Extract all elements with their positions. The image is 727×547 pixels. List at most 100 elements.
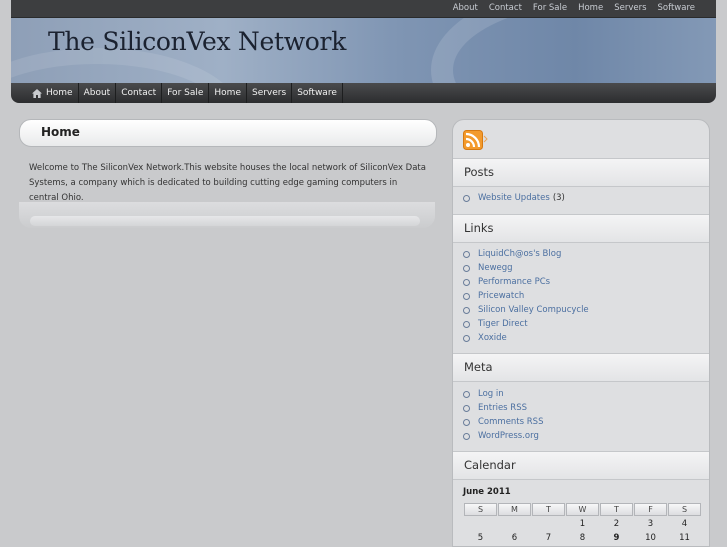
home-icon — [32, 88, 42, 98]
header-banner: The SiliconVex Network — [11, 18, 716, 83]
top-utility-bar: About Contact For Sale Home Servers Soft… — [11, 0, 716, 18]
top-links: About Contact For Sale Home Servers Soft… — [442, 2, 695, 14]
calendar-day: 7 — [545, 532, 552, 543]
calendar-day — [464, 517, 497, 530]
list-item[interactable]: Website Updates (3) — [463, 191, 565, 205]
sidebar: Posts Website Updates (3) Links LiquidCh… — [452, 119, 710, 547]
nav-item-servers[interactable]: Servers — [247, 83, 293, 103]
rss-feed-icon — [463, 130, 488, 150]
widget-title: Calendar — [464, 458, 516, 472]
list-item[interactable]: Comments RSS — [463, 415, 543, 429]
bullet-icon — [463, 250, 470, 258]
calendar-table: S M T W T F S 1 2 3 4 5 6 7 8 9 10 11 — [463, 502, 702, 545]
calendar-day-header: F — [634, 503, 667, 516]
bullet-icon — [463, 418, 470, 426]
meta-link-entries-rss[interactable]: Entries RSS — [478, 401, 527, 415]
top-link-for-sale[interactable]: For Sale — [533, 2, 567, 14]
top-link-about[interactable]: About — [453, 2, 478, 14]
blogroll-link[interactable]: LiquidCh@os's Blog — [478, 247, 561, 261]
calendar-day — [498, 517, 531, 530]
widget-heading-calendar: Calendar — [453, 451, 709, 480]
bullet-icon — [463, 320, 470, 328]
nav-item-contact[interactable]: Contact — [116, 83, 163, 103]
site-title[interactable]: The SiliconVex Network — [48, 27, 346, 56]
nav-item-software[interactable]: Software — [292, 83, 343, 103]
list-item[interactable]: Xoxide — [463, 331, 589, 345]
blogroll-link[interactable]: Silicon Valley Compucycle — [478, 303, 589, 317]
calendar-day: 2 — [613, 518, 620, 529]
bullet-icon — [463, 194, 470, 202]
calendar-day: 6 — [511, 532, 518, 543]
meta-link-login[interactable]: Log in — [478, 387, 504, 401]
calendar-day-header: M — [498, 503, 531, 516]
calendar-day: 5 — [477, 532, 484, 543]
bullet-icon — [463, 264, 470, 272]
bullet-icon — [463, 278, 470, 286]
calendar-week-row: 1 2 3 4 — [464, 517, 701, 530]
widget-heading-posts: Posts — [453, 158, 709, 187]
meta-link-comments-rss[interactable]: Comments RSS — [478, 415, 543, 429]
calendar-day-header: T — [600, 503, 633, 516]
calendar-header-row: S M T W T F S — [464, 503, 701, 516]
calendar-day: 3 — [647, 518, 654, 529]
nav-item-home-2[interactable]: Home — [209, 83, 247, 103]
calendar-day: 1 — [579, 518, 586, 529]
widget-title: Meta — [464, 360, 493, 374]
meta-link-wordpress[interactable]: WordPress.org — [478, 429, 539, 443]
calendar-week-row: 5 6 7 8 9 10 11 — [464, 531, 701, 544]
list-item[interactable]: Performance PCs — [463, 275, 589, 289]
post-footer-shadow-inner — [30, 216, 420, 226]
calendar-day-header: S — [464, 503, 497, 516]
list-item[interactable]: WordPress.org — [463, 429, 543, 443]
posts-list: Website Updates (3) — [463, 191, 565, 205]
blogroll-link[interactable]: Performance PCs — [478, 275, 550, 289]
post-category-link[interactable]: Website Updates — [478, 191, 550, 205]
post-title-box: Home — [19, 119, 437, 147]
calendar-day-header: S — [668, 503, 701, 516]
links-list: LiquidCh@os's Blog Newegg Performance PC… — [463, 247, 589, 345]
blogroll-link[interactable]: Pricewatch — [478, 289, 524, 303]
list-item[interactable]: Entries RSS — [463, 401, 543, 415]
top-link-home[interactable]: Home — [578, 2, 603, 14]
calendar-day: 11 — [679, 532, 690, 543]
nav-item-for-sale[interactable]: For Sale — [162, 83, 210, 103]
calendar-day: 8 — [579, 532, 586, 543]
nav-item-about[interactable]: About — [79, 83, 117, 103]
list-item[interactable]: LiquidCh@os's Blog — [463, 247, 589, 261]
main-nav-bar: Home About Contact For Sale Home Servers… — [11, 83, 716, 103]
bullet-icon — [463, 404, 470, 412]
calendar-day-header: W — [566, 503, 599, 516]
main-nav: Home About Contact For Sale Home Servers… — [27, 83, 343, 103]
banner-decoration — [431, 18, 716, 83]
top-link-servers[interactable]: Servers — [614, 2, 646, 14]
bullet-icon — [463, 390, 470, 398]
list-item[interactable]: Log in — [463, 387, 543, 401]
top-link-software[interactable]: Software — [658, 2, 695, 14]
bullet-icon — [463, 292, 470, 300]
rss-link[interactable] — [463, 130, 489, 150]
widget-heading-meta: Meta — [453, 353, 709, 382]
calendar-day: 10 — [645, 532, 656, 543]
calendar-day: 4 — [681, 518, 688, 529]
nav-item-label: Home — [46, 88, 73, 98]
widget-title: Posts — [464, 165, 495, 179]
calendar-month: June 2011 — [463, 487, 511, 497]
blogroll-link[interactable]: Xoxide — [478, 331, 507, 345]
bullet-icon — [463, 306, 470, 314]
widget-title: Links — [464, 221, 494, 235]
calendar-day-header: T — [532, 503, 565, 516]
list-item[interactable]: Pricewatch — [463, 289, 589, 303]
blogroll-link[interactable]: Newegg — [478, 261, 513, 275]
bullet-icon — [463, 334, 470, 342]
post-title[interactable]: Home — [41, 125, 80, 139]
top-link-contact[interactable]: Contact — [489, 2, 522, 14]
list-item[interactable]: Tiger Direct — [463, 317, 589, 331]
post-count: (3) — [552, 193, 565, 203]
meta-list: Log in Entries RSS Comments RSS WordPres… — [463, 387, 543, 443]
list-item[interactable]: Newegg — [463, 261, 589, 275]
nav-item-home[interactable]: Home — [27, 83, 79, 103]
calendar-day — [532, 517, 565, 530]
list-item[interactable]: Silicon Valley Compucycle — [463, 303, 589, 317]
calendar-day-today: 9 — [613, 532, 620, 543]
blogroll-link[interactable]: Tiger Direct — [478, 317, 528, 331]
